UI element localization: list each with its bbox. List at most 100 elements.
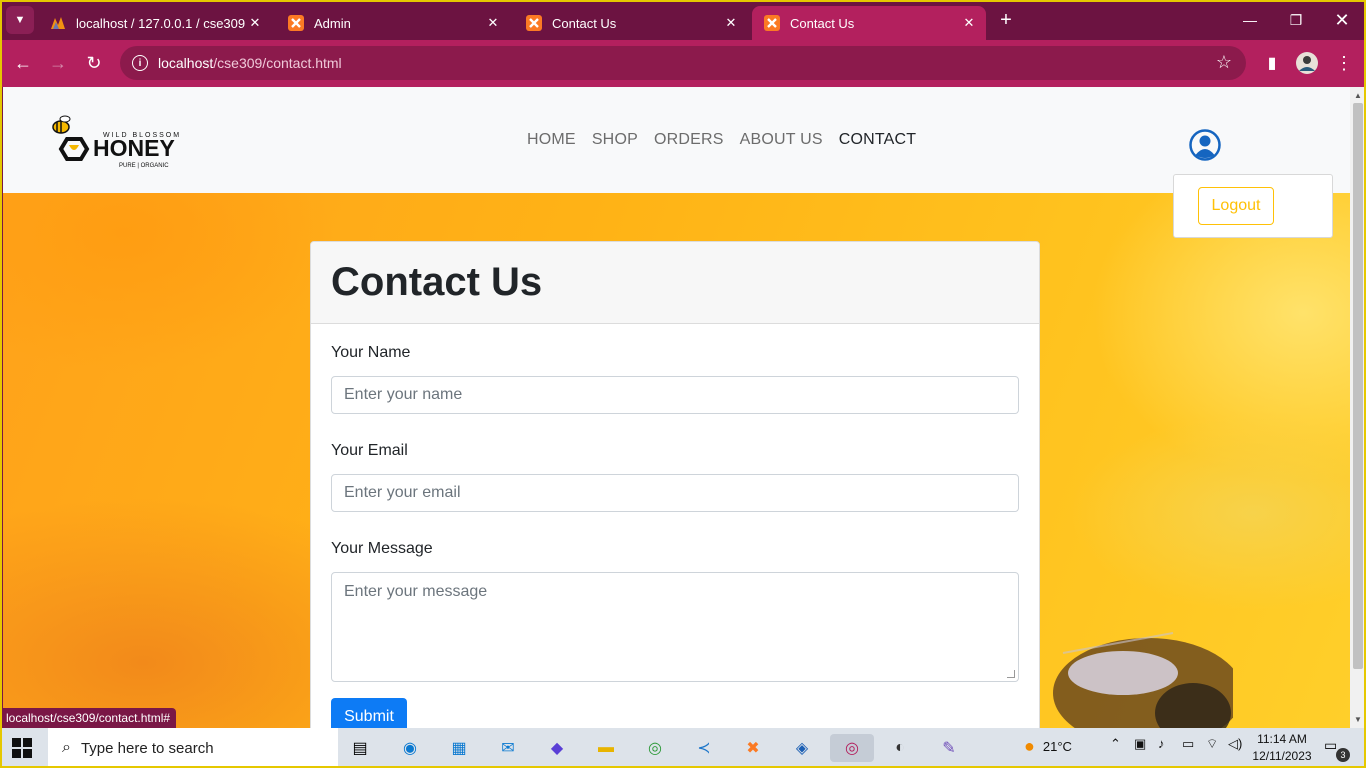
weather-icon: ●	[1024, 736, 1035, 756]
url-path: /cse309/contact.html	[213, 55, 342, 71]
temperature: 21°C	[1042, 739, 1072, 754]
site-navbar: WILD BLOSSOM HONEY PURE | ORGANIC HOME S…	[3, 87, 1350, 193]
logout-button[interactable]: Logout	[1198, 187, 1274, 225]
bee-logo-icon	[52, 115, 90, 161]
nav-shop[interactable]: SHOP	[592, 131, 638, 149]
page-scrollbar[interactable]: ▲ ▼	[1350, 87, 1366, 728]
app-icon[interactable]: ◈	[788, 734, 816, 762]
window-close-icon[interactable]: ✕	[1330, 8, 1354, 32]
main-nav: HOME SHOP ORDERS ABOUT US CONTACT	[527, 131, 916, 149]
tab-phpmyadmin[interactable]: localhost / 127.0.0.1 / cse309 / c ✕	[38, 6, 272, 40]
windows-taskbar: ⌕ Type here to search ▤ ◉ ▦ ✉ ◆ ▬ ◎ ≺ ✖ …	[0, 728, 1366, 768]
nav-about-us[interactable]: ABOUT US	[740, 131, 823, 149]
url-host: localhost	[158, 55, 214, 71]
name-placeholder: Enter your name	[344, 386, 463, 403]
side-panel-icon[interactable]: ▮	[1259, 50, 1285, 76]
close-icon[interactable]: ✕	[722, 15, 740, 31]
meet-now-icon[interactable]: ▣	[1134, 736, 1146, 752]
tab-contact-us[interactable]: Contact Us ✕	[514, 6, 748, 40]
bookmark-star-icon[interactable]: ☆	[1216, 52, 1232, 73]
logo-main-text: HONEY	[93, 135, 175, 161]
submit-button[interactable]: Submit	[331, 698, 407, 728]
xampp-icon	[764, 15, 780, 31]
restore-icon[interactable]: ❐	[1284, 8, 1308, 32]
user-account-icon[interactable]	[1189, 129, 1221, 161]
tab-contact-us-active[interactable]: Contact Us ✕	[752, 6, 986, 40]
back-icon[interactable]: ←	[10, 50, 36, 76]
wifi-icon[interactable]: ⌔	[1206, 736, 1218, 752]
scroll-down-arrow-icon[interactable]: ▼	[1354, 715, 1362, 724]
close-icon[interactable]: ✕	[484, 15, 502, 31]
email-placeholder: Enter your email	[344, 484, 461, 501]
contact-form: Your Name Enter your name Your Email Ent…	[311, 324, 1039, 728]
scroll-up-arrow-icon[interactable]: ▲	[1354, 91, 1362, 100]
notification-badge: 3	[1336, 748, 1350, 762]
resize-grip-icon[interactable]	[1007, 670, 1015, 678]
email-input[interactable]: Enter your email	[331, 474, 1019, 512]
bee-image	[1053, 632, 1233, 728]
tab-search-button[interactable]: ▼	[6, 6, 34, 34]
user-dropdown-menu: Logout	[1173, 174, 1333, 238]
xampp-icon	[526, 15, 542, 31]
message-placeholder: Enter your message	[344, 583, 488, 600]
volume-icon[interactable]: ◁)	[1228, 736, 1242, 752]
page-title: Contact Us	[331, 260, 543, 304]
clock-time: 11:14 AM	[1257, 732, 1307, 746]
tab-admin[interactable]: Admin ✕	[276, 6, 510, 40]
edge-icon[interactable]: ◉	[396, 734, 424, 762]
file-explorer-icon[interactable]: ▬	[592, 734, 620, 762]
tray-chevron-icon[interactable]: ⌃	[1110, 736, 1121, 752]
phpmyadmin-icon	[50, 15, 66, 31]
close-icon[interactable]: ✕	[246, 15, 264, 31]
name-input[interactable]: Enter your name	[331, 376, 1019, 414]
tab-title: localhost / 127.0.0.1 / cse309 / c	[76, 15, 246, 31]
contact-card: Contact Us Your Name Enter your name You…	[310, 241, 1040, 728]
xampp-taskbar-icon[interactable]: ✖	[739, 734, 767, 762]
message-textarea[interactable]: Enter your message	[331, 572, 1019, 682]
address-bar[interactable]: i localhost/cse309/contact.html ☆	[120, 46, 1246, 80]
microsoft-store-icon[interactable]: ▦	[445, 734, 473, 762]
minimize-icon[interactable]: —	[1238, 8, 1262, 32]
link-status-bubble: localhost/cse309/contact.html#	[0, 708, 177, 728]
site-logo[interactable]: WILD BLOSSOM HONEY PURE | ORGANIC	[47, 109, 197, 171]
taskbar-search-placeholder: Type here to search	[80, 739, 214, 757]
xampp-icon	[288, 15, 304, 31]
clipchamp-icon[interactable]: ◆	[543, 734, 571, 762]
browser-toolbar: ← → ↻ i localhost/cse309/contact.html ☆ …	[0, 40, 1366, 87]
nav-orders[interactable]: ORDERS	[654, 131, 724, 149]
chrome-active-icon[interactable]: ◎	[830, 734, 874, 762]
obs-icon[interactable]: ◐	[886, 734, 914, 762]
browser-tab-bar: ▼ localhost / 127.0.0.1 / cse309 / c ✕ A…	[0, 0, 1366, 40]
chrome-icon[interactable]: ◎	[641, 734, 669, 762]
windows-start-icon[interactable]	[12, 738, 32, 758]
tab-title: Contact Us	[790, 15, 855, 31]
new-tab-button[interactable]: +	[994, 8, 1018, 32]
battery-icon[interactable]: ▭	[1182, 736, 1194, 752]
clock-date: 12/11/2023	[1252, 749, 1312, 763]
close-icon[interactable]: ✕	[960, 15, 978, 31]
search-icon: ⌕	[62, 739, 71, 756]
scroll-thumb[interactable]	[1353, 103, 1363, 669]
task-view-icon[interactable]: ▤	[346, 734, 374, 762]
logo-sub-text: PURE | ORGANIC	[119, 163, 169, 169]
nav-contact[interactable]: CONTACT	[839, 131, 917, 149]
menu-kebab-icon[interactable]: ⋮	[1331, 50, 1357, 76]
profile-avatar[interactable]	[1294, 50, 1320, 76]
taskbar-search-box[interactable]: ⌕ Type here to search	[48, 728, 338, 768]
site-info-icon[interactable]: i	[132, 55, 148, 71]
contact-card-header: Contact Us	[311, 242, 1039, 324]
tab-title: Admin	[314, 15, 351, 31]
paint-icon[interactable]: ✎	[935, 734, 963, 762]
nav-home[interactable]: HOME	[527, 131, 576, 149]
forward-icon[interactable]: →	[45, 50, 71, 76]
weather-widget[interactable]: ● 21°C	[1024, 736, 1072, 757]
reload-icon[interactable]: ↻	[81, 50, 107, 76]
system-clock[interactable]: 11:14 AM 12/11/2023	[1248, 731, 1316, 765]
message-label: Your Message	[331, 540, 433, 557]
tab-title: Contact Us	[552, 15, 617, 31]
vscode-icon[interactable]: ≺	[690, 734, 718, 762]
page-viewport: WILD BLOSSOM HONEY PURE | ORGANIC HOME S…	[3, 87, 1350, 728]
microphone-icon[interactable]: ♪	[1158, 736, 1165, 751]
name-label: Your Name	[331, 344, 411, 361]
mail-icon[interactable]: ✉	[494, 734, 522, 762]
